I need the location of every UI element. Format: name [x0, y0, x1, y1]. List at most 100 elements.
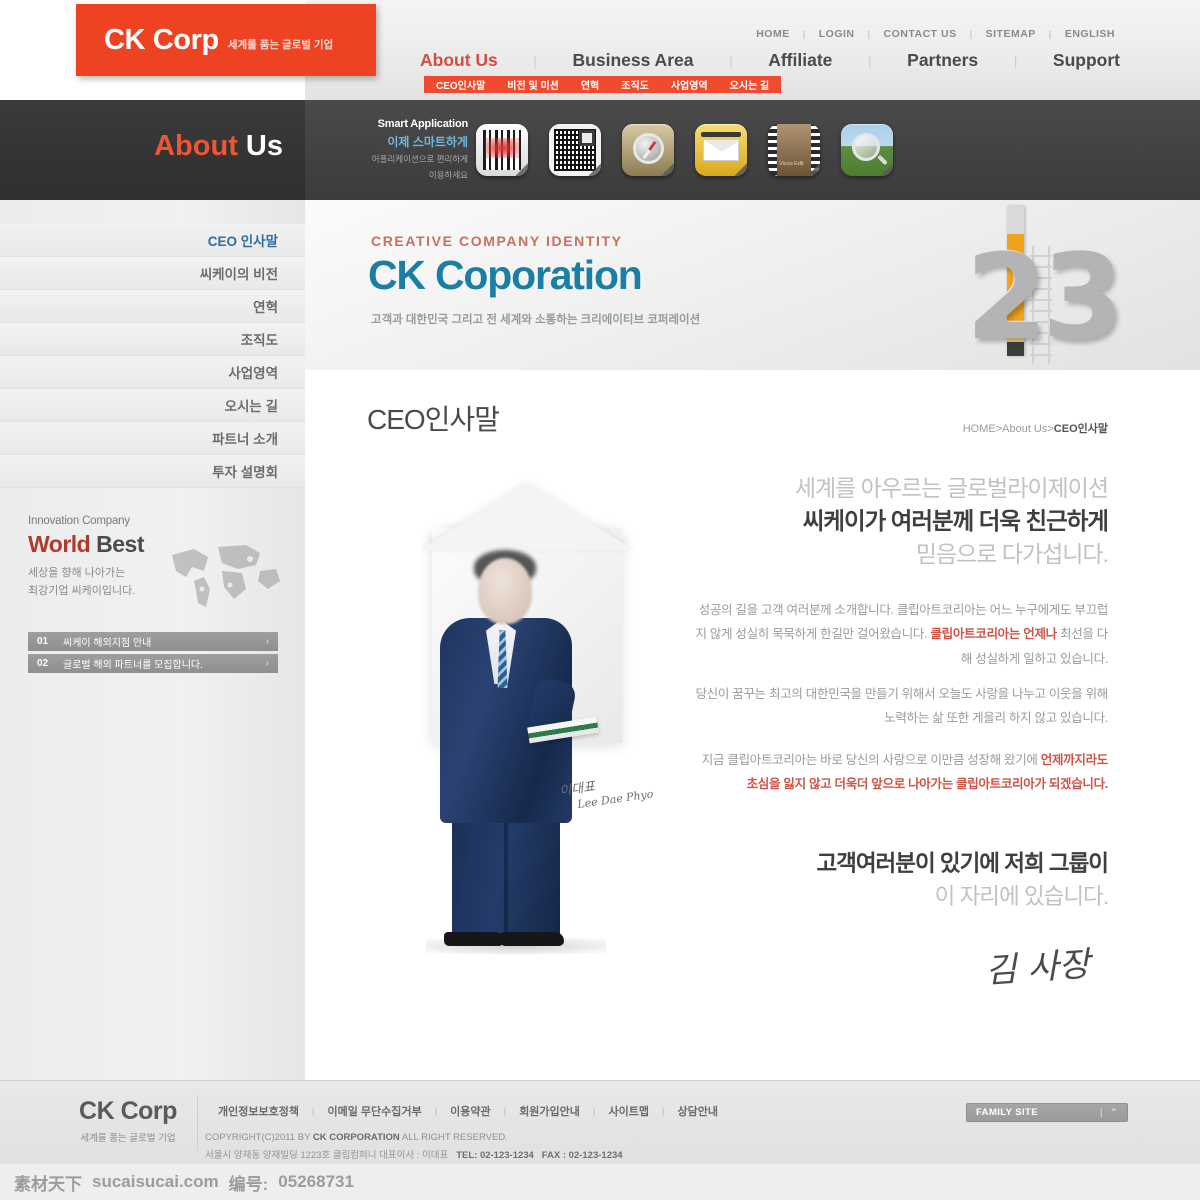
sidebar-item-ceo-greeting[interactable]: CEO 인사말 [0, 224, 305, 257]
footer-link-privacy-policy[interactable]: 개인정보보호정책 [205, 1103, 312, 1119]
sidebar-item-vision[interactable]: 씨케이의 비전 [0, 257, 305, 290]
content-paragraph-2: 당신이 꿈꾸는 최고의 대한민국을 만들기 위해서 오늘도 사랑을 나누고 이웃… [688, 682, 1108, 731]
utility-nav-english[interactable]: ENGLISH [1052, 28, 1128, 40]
chevron-right-icon: › [265, 658, 269, 669]
page-banner: CREATIVE COMPANY IDENTITY CK Coporation … [305, 200, 1200, 370]
smart-app-subtitle: 이제 스마트하게 [387, 135, 468, 149]
search-magnifier-icon[interactable] [841, 124, 893, 176]
logo-text: CK Corp [104, 23, 219, 56]
house-graphic-roof [420, 484, 634, 550]
sidebar-item-business-area[interactable]: 사업영역 [0, 356, 305, 389]
footer-logo[interactable]: CK Corp 세계를 품는 글로벌 기업 [58, 1097, 198, 1144]
promo-item-number: 01 [37, 636, 49, 647]
nav-item-about-us[interactable]: About Us [420, 50, 498, 71]
nav-item-affiliate[interactable]: Affiliate [768, 50, 832, 71]
chevron-right-icon: › [265, 636, 269, 647]
photo-shoe-right [500, 932, 564, 946]
section-title-accent: About [154, 130, 238, 162]
sub-nav-org-chart[interactable]: 조직도 [621, 77, 649, 92]
sub-nav-vision-mission[interactable]: 비전 및 미션 [507, 77, 559, 92]
utility-nav: HOME | LOGIN | CONTACT US | SITEMAP | EN… [743, 28, 1128, 40]
nav-item-support[interactable]: Support [1053, 50, 1120, 71]
family-site-divider: | [1099, 1107, 1104, 1118]
copyright-company: CK CORPORATION [312, 1132, 400, 1143]
app-icon-row: Vicou Edit [476, 124, 893, 176]
utility-nav-home[interactable]: HOME [743, 28, 803, 40]
smart-application-block: Smart Application 이제 스마트하게 어플리케이션으로 편리하게… [338, 118, 468, 182]
sidebar-promo: Innovation Company World Best 세상을 향해 나아가… [28, 515, 280, 607]
compass-dial [633, 133, 664, 164]
family-site-label: FAMILY SITE [976, 1107, 1038, 1118]
barcode-icon[interactable] [476, 124, 528, 176]
footer-link-membership[interactable]: 회원가입안내 [506, 1103, 593, 1119]
sub-nav-ceo-greeting[interactable]: CEO인사말 [436, 77, 485, 92]
promo-link-item[interactable]: 02 글로벌 해외 파트너를 모집합니다. › [28, 654, 278, 673]
family-site-select[interactable]: FAMILY SITE | ⌃ [966, 1103, 1128, 1122]
mail-icon[interactable] [695, 124, 747, 176]
content-closing: 고객여러분이 있기에 저희 그룹이 이 자리에 있습니다. [628, 848, 1109, 913]
site-logo[interactable]: CK Corp 세계를 품는 글로벌 기업 [76, 4, 376, 76]
footer-address-line: 서울시 양재동 양재빌딩 1223호 클립컴퍼니 대표이사 : 이대표 TEL:… [205, 1147, 623, 1161]
video-edit-icon[interactable]: Vicou Edit [768, 124, 820, 176]
footer-logo-tagline: 세계를 품는 글로벌 기업 [80, 1133, 176, 1144]
photo-autograph: 이대표 Lee Dae Phyo [558, 768, 681, 814]
smart-app-title: Smart Application [377, 118, 469, 130]
photo-leg-split [504, 820, 508, 935]
sub-nav-business-area[interactable]: 사업영역 [671, 77, 708, 92]
compass-icon[interactable] [622, 124, 674, 176]
footer-link-sitemap[interactable]: 사이트맵 [595, 1103, 661, 1119]
closing-line1: 고객여러분이 있기에 저희 그룹이 [816, 851, 1109, 876]
sidebar-menu: CEO 인사말 씨케이의 비전 연혁 조직도 사업영역 오시는 길 파트너 소개… [0, 224, 305, 488]
nav-separator: | [729, 52, 733, 69]
promo-title-accent: World [28, 531, 91, 557]
content-paragraph-3: 지금 클립아트코리아는 바로 당신의 사랑으로 이만큼 성장해 왔기에 언제까지… [688, 748, 1109, 797]
footer-address: 서울시 양재동 양재빌딩 1223호 클립컴퍼니 대표이사 : 이대표 [205, 1150, 449, 1161]
sidebar-item-investor-briefing[interactable]: 투자 설명회 [0, 455, 305, 488]
footer-tel: TEL: 02-123-1234 [456, 1150, 534, 1161]
promo-eyebrow: Innovation Company [28, 515, 130, 527]
photo-shoe-left [444, 932, 504, 946]
footer-link-email-refusal[interactable]: 이메일 무단수집거부 [315, 1103, 435, 1119]
sidebar-item-history[interactable]: 연혁 [0, 290, 305, 323]
banner-title: CK Coporation [368, 252, 643, 298]
nav-item-partners[interactable]: Partners [907, 50, 978, 71]
qr-finder-box [579, 130, 595, 146]
footer-copyright: COPYRIGHT(C)2011 BY CK CORPORATION ALL R… [205, 1132, 508, 1143]
sidebar-item-org-chart[interactable]: 조직도 [0, 323, 305, 356]
breadcrumb-path: HOME>About Us> [962, 423, 1054, 435]
main-nav: About Us | Business Area | Affiliate | P… [420, 50, 1120, 71]
nav-item-business-area[interactable]: Business Area [573, 50, 694, 71]
sidebar-item-partners[interactable]: 파트너 소개 [0, 422, 305, 455]
film-strip [777, 124, 811, 176]
section-title-rest: Us [245, 130, 283, 162]
footer-link-consultation[interactable]: 상담안내 [664, 1103, 730, 1119]
promo-link-item[interactable]: 01 씨케이 해외지점 안내 › [28, 632, 278, 651]
magnifier-lens [852, 133, 880, 161]
section-title: About Us [154, 130, 283, 163]
watermark-brand: 素材天下 [14, 1174, 82, 1194]
smart-app-desc-line1: 어플리케이션으로 편리하게 [371, 154, 468, 164]
film-perforation-left [768, 124, 777, 176]
mail-envelope [703, 139, 740, 161]
content-paragraph-1: 성공의 길을 고객 여러분께 소개합니다. 클립아트코리아는 어느 누구에게도 … [688, 598, 1108, 671]
utility-nav-login[interactable]: LOGIN [806, 28, 868, 40]
paragraph-3-plain-before: 지금 클립아트코리아는 바로 당신의 사랑으로 이만큼 성장해 왔기에 [701, 753, 1041, 767]
video-icon-label: Vicou Edit [779, 161, 804, 167]
site-header: CK Corp 세계를 품는 글로벌 기업 HOME | LOGIN | CON… [0, 0, 1200, 100]
utility-nav-contact-us[interactable]: CONTACT US [871, 28, 970, 40]
sub-nav-directions[interactable]: 오시는 길 [730, 77, 770, 92]
logo-tagline: 세계를 품는 글로벌 기업 [227, 39, 334, 51]
main-content: CEO인사말 HOME>About Us>CEO인사말 세계를 아우르는 글로벌… [305, 370, 1200, 1080]
promo-link-list: 01 씨케이 해외지점 안내 › 02 글로벌 해외 파트너를 모집합니다. › [28, 632, 278, 676]
footer-logo-name: CK Corp [79, 1097, 177, 1125]
sub-nav-history[interactable]: 연혁 [581, 77, 599, 92]
photo-head [478, 558, 532, 624]
promo-item-text: 씨케이 해외지점 안내 [63, 638, 152, 649]
qr-code-icon[interactable] [549, 124, 601, 176]
site-footer: CK Corp 세계를 품는 글로벌 기업 개인정보보호정책 | 이메일 무단수… [0, 1080, 1200, 1164]
footer-link-terms[interactable]: 이용약관 [437, 1103, 503, 1119]
utility-nav-sitemap[interactable]: SITEMAP [973, 28, 1049, 40]
copyright-suffix: ALL RIGHT RESERVED. [399, 1132, 508, 1143]
sidebar-item-directions[interactable]: 오시는 길 [0, 389, 305, 422]
watermark-site: sucaisucai.com [92, 1172, 219, 1191]
